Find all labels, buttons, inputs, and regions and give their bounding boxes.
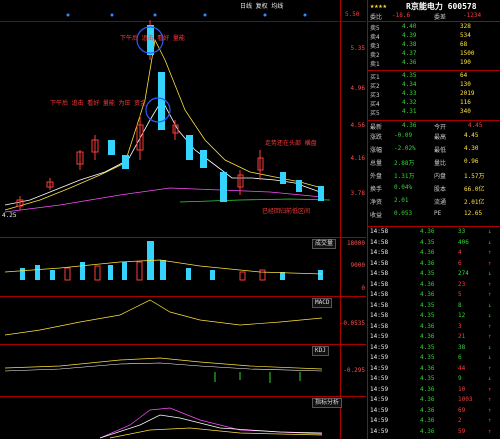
stock-title[interactable]: R京能电力 600578 (406, 1, 477, 12)
kdj-value: -0.295 (343, 367, 365, 374)
axis-top-label: 5.50 (345, 11, 360, 18)
price-label: 5.35 (350, 45, 365, 52)
date-label-left: 4.25 (2, 212, 17, 219)
annotation-first-peak: 下午后 追击 看好 量能 (120, 35, 185, 42)
sell-order-row: 卖1 4.36 190 (370, 59, 471, 68)
kline-svg (4, 13, 331, 439)
annotation-right: 走势还在头部 横盘 (265, 140, 317, 147)
macd-panel-label[interactable]: MACD (312, 298, 333, 308)
bottom-indicator-lines (99, 407, 323, 439)
tick-row: 14:59 4.36 2 ↑ (370, 417, 492, 424)
tick-row: 14:58 4.36 23 ↑ (370, 280, 492, 288)
top-marker-dots (66, 13, 307, 17)
tick-row: 14:59 4.36 59 ↑ (370, 427, 492, 435)
stats-row: 涨跌 -0.09 最高 4.45 (370, 132, 479, 141)
annotation-bottom: 已经回归前低区间 (262, 208, 311, 215)
price-label: 3.78 (350, 190, 365, 197)
quote-sidebar: ★★★★ R京能电力 600578 委比 -18.6 委差 -1234 最新 4… (367, 0, 500, 439)
tick-row: 14:58 4.36 33 ↓ (370, 228, 492, 235)
order-ratio-row: 委比 -18.6 委差 -1234 (370, 12, 482, 21)
buy-order-row: 买1 4.35 64 (370, 72, 468, 81)
macd-value: -0.0535 (339, 320, 365, 327)
kdj-panel-label[interactable]: KDJ (312, 346, 329, 356)
stats-row: 外盘 1.31万 内盘 1.57万 (370, 173, 485, 180)
annotation-second-peak: 下午后 追击 看好 量能 为压 资金 (50, 100, 147, 107)
rating-stars: ★★★★ (370, 2, 387, 10)
stats-row: 换手 0.04% 股本 66.0亿 (370, 184, 485, 193)
volume-tick: 18000 (346, 240, 365, 247)
macd-dif-line (4, 299, 323, 336)
tick-row: 14:59 4.35 6 ↓ (370, 354, 492, 361)
tick-row: 14:58 4.36 6 ↑ (370, 259, 492, 267)
stats-row: 净资 2.01 流通 2.01亿 (370, 197, 485, 206)
candles (16, 20, 324, 210)
stats-row: 收益 0.053 PE 12.65 (370, 210, 483, 219)
sell-order-row: 卖5 4.40 328 (370, 23, 471, 32)
kline-chart-area[interactable]: 日线 复权 均线 5.50 5.35 4.96 4.56 4.16 3.78 下… (0, 0, 366, 439)
bottom-panel-label[interactable]: 指标分析 (312, 398, 343, 408)
tick-row: 14:59 4.36 1003 ↑ (370, 396, 492, 403)
sell-order-row: 卖2 4.37 1500 (370, 50, 475, 59)
stats-row: 总量 2.88万 量比 0.96 (370, 158, 479, 167)
tick-row: 14:59 4.35 38 ↓ (370, 343, 492, 351)
tick-row: 14:58 4.36 4 ↑ (370, 249, 492, 256)
price-label: 4.56 (350, 122, 365, 129)
ma60-line (179, 198, 331, 203)
stats-header-row: 最新 4.36 今开 4.45 (370, 122, 483, 131)
tick-row: 14:59 4.36 44 ↑ (370, 364, 492, 372)
volume-tick: 0 (361, 285, 365, 292)
tick-row: 14:58 4.35 406 ↓ (370, 238, 492, 246)
stats-row: 涨幅 -2.02% 最低 4.30 (370, 145, 479, 154)
tick-row: 14:58 4.36 5 ↑ (370, 291, 492, 298)
tick-row: 14:59 4.35 9 ↓ (370, 375, 492, 382)
tick-row: 14:59 4.36 21 ↑ (370, 333, 492, 340)
buy-order-row: 买4 4.32 116 (370, 99, 471, 108)
price-label: 4.96 (350, 85, 365, 92)
price-label: 4.16 (350, 155, 365, 162)
volume-tick: 9000 (350, 262, 365, 269)
sell-order-row: 卖3 4.38 68 (370, 41, 468, 50)
tick-row: 14:58 4.35 274 ↓ (370, 270, 492, 277)
kdj-histogram (214, 372, 301, 383)
buy-order-row: 买5 4.31 340 (370, 108, 471, 117)
buy-order-row: 买2 4.34 130 (370, 81, 471, 90)
tick-row: 14:58 4.36 3 ↑ (370, 322, 492, 330)
tick-row: 14:58 4.35 12 ↓ (370, 312, 492, 319)
volume-panel-label[interactable]: 成交量 (312, 239, 337, 249)
buy-order-row: 买3 4.33 2019 (370, 90, 475, 99)
tick-row: 14:59 4.36 69 ↑ (370, 406, 492, 414)
tick-row: 14:59 4.36 10 ↑ (370, 385, 492, 393)
tick-row: 14:58 4.35 8 ↓ (370, 301, 492, 309)
axis-divider (340, 0, 341, 439)
sell-order-row: 卖4 4.39 534 (370, 32, 471, 41)
